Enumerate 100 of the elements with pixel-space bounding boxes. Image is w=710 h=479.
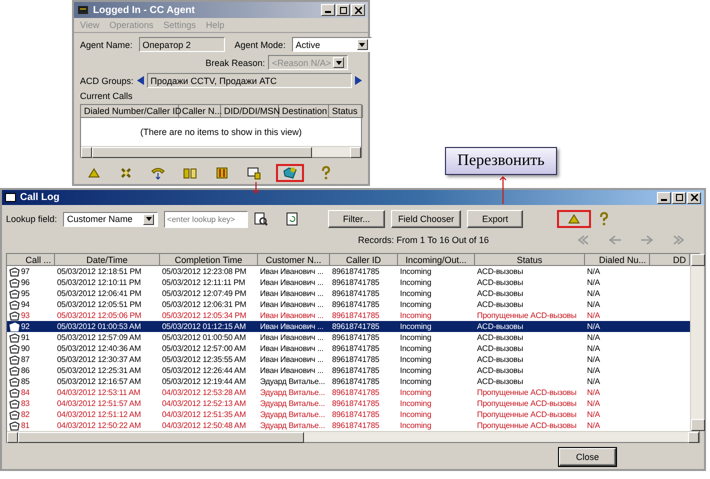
lookup-key-input[interactable]: <enter lookup key> [164,210,248,228]
agent-name-field: Оператор 2 [138,37,225,52]
table-cell: 89618741785 [332,399,380,408]
table-cell: 05/03/2012 12:23:08 PM [162,267,246,276]
table-cell: 94 [21,300,30,309]
table-cell: Incoming [400,355,432,364]
table-row[interactable]: 95 05/03/2012 12:06:41 PM 05/03/2012 12:07:49 PM Иван Иванович ... 89618741785 Incoming ACD-вызовы N/A [7,288,690,299]
table-cell: Incoming [400,278,432,287]
table-cell: N/A [587,410,600,419]
table-cell: N/A [587,355,600,364]
table-cell: ACD-вызовы [477,300,524,309]
column-header[interactable]: Date/Time [55,254,160,266]
callout-label: Перезвонить [445,147,557,175]
column-header[interactable]: Customer N... [258,254,330,266]
column-header[interactable]: DID/DDI/MSN [221,105,279,118]
handset-icon [151,166,165,180]
maximize-icon [340,6,346,14]
table-cell: 04/03/2012 12:52:13 AM [162,399,246,408]
pointer-arrow [499,176,507,204]
table-row[interactable]: 97 05/03/2012 12:18:51 PM 05/03/2012 12:23:08 PM Иван Иванович ... 89618741785 Incoming ACD-вызовы N/A [7,266,690,277]
table-cell: Incoming [400,377,432,386]
table-cell: 96 [21,278,30,287]
close-button[interactable] [351,4,365,16]
table-cell: Incoming [400,300,432,309]
table-cell: N/A [587,344,600,353]
table-row[interactable]: 96 05/03/2012 12:10:11 PM 05/03/2012 12:11:11 PM Иван Иванович ... 89618741785 Incoming ACD-вызовы N/A [7,277,690,288]
table-row[interactable]: 82 04/03/2012 12:51:12 AM 04/03/2012 12:51:35 AM Эдуард Виталье... 89618741785 Incoming Пропущенные ACD-вызовы N/A [7,409,690,420]
table-row[interactable]: 81 04/03/2012 12:50:22 AM 04/03/2012 12:50:48 AM Эдуард Виталье... 89618741785 Incoming Пропущенные ACD-вызовы N/A [7,420,690,431]
table-cell: 89618741785 [332,289,380,298]
close-button[interactable] [687,192,701,204]
refresh-document-icon[interactable] [286,212,298,226]
table-cell: 85 [21,377,30,386]
close-button[interactable]: Close [558,448,616,466]
table-cell: 05/03/2012 12:06:41 PM [57,289,142,298]
table-cell: Эдуард Виталье... [260,399,325,408]
table-cell: 05/03/2012 12:18:51 PM [57,267,142,276]
table-cell: ACD-вызовы [477,344,524,353]
table-cell: 89618741785 [332,344,380,353]
agent-mode-dropdown[interactable]: Active [292,37,372,52]
table-row[interactable]: 84 04/03/2012 12:53:11 AM 04/03/2012 12:53:28 AM Эдуард Виталье... 89618741785 Incoming Пропущенные ACD-вызовы N/A [7,387,690,398]
field-label: Break Reason: [205,58,265,68]
table-row[interactable]: 94 05/03/2012 12:05:51 PM 05/03/2012 12:06:31 PM Иван Иванович ... 89618741785 Incoming ACD-вызовы N/A [7,299,690,310]
empty-message: (There are no items to show in this view) [140,127,302,137]
table-row[interactable]: 83 04/03/2012 12:51:57 AM 04/03/2012 12:52:13 AM Эдуард Виталье... 89618741785 Incoming Пропущенные ACD-вызовы N/A [7,398,690,409]
table-cell: 92 [21,322,30,331]
table-row[interactable]: 87 05/03/2012 12:30:37 AM 05/03/2012 12:35:55 AM Иван Иванович ... 89618741785 Incoming ACD-вызовы N/A [7,354,690,365]
records-count: Records: From 1 To 16 Out of 16 [358,235,490,245]
table-cell: ACD-вызовы [477,267,524,276]
column-header[interactable]: Completion Time [160,254,258,266]
table-cell: 04/03/2012 12:51:57 AM [57,399,141,408]
toolbar-button[interactable]: Field Chooser [391,210,462,228]
left-arrow-icon[interactable] [136,76,144,85]
column-header[interactable]: Destination [279,105,329,118]
table-cell: Иван Иванович ... [260,300,324,309]
monitor-icon [247,166,261,180]
table-cell: 04/03/2012 12:53:28 AM [162,388,246,397]
table-cell: 05/03/2012 12:11:11 PM [162,278,246,287]
lookup-field-dropdown[interactable]: Customer Name [63,212,158,226]
right-arrow-icon[interactable] [355,76,362,85]
table-row[interactable]: 92 05/03/2012 01:00:53 AM 05/03/2012 01:12:15 AM Иван Иванович ... 89618741785 Incoming ACD-вызовы N/A [7,321,690,332]
table-cell: Эдуард Виталье... [260,421,325,430]
table-cell: 05/03/2012 12:57:00 AM [162,344,246,353]
table-cell: ACD-вызовы [477,366,524,375]
column-header[interactable]: Caller ID [330,254,398,266]
column-header[interactable]: Status [475,254,585,266]
table-cell: 97 [21,267,30,276]
minimize-button[interactable] [657,192,671,204]
toolbar-button[interactable]: Filter... [328,210,386,228]
table-cell: 05/03/2012 01:12:15 AM [162,322,246,331]
table-cell: N/A [587,289,600,298]
table-cell: Incoming [400,388,432,397]
table-row[interactable]: 90 05/03/2012 12:40:36 AM 05/03/2012 12:57:00 AM Иван Иванович ... 89618741785 Incoming ACD-вызовы N/A [7,343,690,354]
table-cell: 05/03/2012 12:40:36 AM [57,344,141,353]
minimize-button[interactable] [321,4,335,16]
table-row[interactable]: 91 05/03/2012 12:57:09 AM 05/03/2012 01:00:50 AM Иван Иванович ... 89618741785 Incoming ACD-вызовы N/A [7,332,690,343]
table-cell: 05/03/2012 01:00:53 AM [57,322,141,331]
callback-button[interactable] [557,210,592,228]
table-cell: 89618741785 [332,410,380,419]
maximize-button[interactable] [672,192,686,204]
column-header[interactable]: Dialed Nu... [585,254,650,266]
table-cell: 05/03/2012 12:10:11 PM [57,278,141,287]
table-row[interactable]: 86 05/03/2012 12:25:31 AM 05/03/2012 12:26:44 AM Иван Иванович ... 89618741785 Incoming ACD-вызовы N/A [7,365,690,376]
table-cell: Incoming [400,344,432,353]
table-cell: Пропущенные ACD-вызовы [477,421,576,430]
toolbar-button[interactable]: Export [467,210,524,228]
column-header[interactable]: Status [329,105,363,118]
table-cell: N/A [587,366,600,375]
table-cell: Иван Иванович ... [260,267,324,276]
search-document-icon[interactable] [254,212,268,226]
table-row[interactable]: 85 05/03/2012 12:16:57 AM 05/03/2012 12:19:44 AM Эдуард Виталье... 89618741785 Incoming ACD-вызовы N/A [7,376,690,387]
table-cell: 04/03/2012 12:50:22 AM [57,421,141,430]
table-row[interactable]: 93 05/03/2012 12:05:06 PM 05/03/2012 12:05:34 PM Иван Иванович ... 89618741785 Incoming Пропущенные ACD-вызовы N/A [7,310,690,321]
column-header[interactable]: Incoming/Out... [398,254,475,266]
table-cell: Пропущенные ACD-вызовы [477,410,576,419]
column-header[interactable]: Call ... [7,254,55,266]
column-header[interactable]: Dialed Number/Caller ID [81,105,179,118]
toolbar-button[interactable] [276,164,304,182]
pointer-arrow [252,182,260,194]
maximize-button[interactable] [336,4,350,16]
table-cell: Incoming [400,333,432,342]
